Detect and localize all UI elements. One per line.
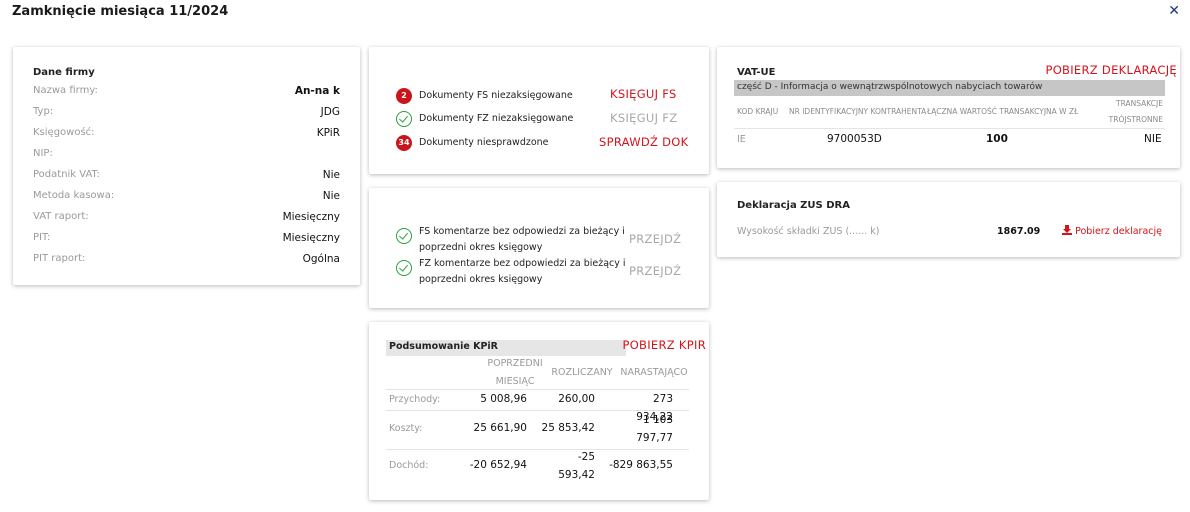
download-declaration-button[interactable]: POBIERZ DEKLARACJĘ: [1045, 63, 1177, 77]
company-row-label: Typ:: [33, 106, 54, 117]
download-zus-declaration-label: Pobierz deklarację: [1075, 226, 1162, 237]
company-row-accounting: Księgowość: KPiR: [33, 127, 340, 141]
download-kpir-button[interactable]: POBIERZ KPIR: [622, 338, 706, 352]
kpir-cell: -25 593,42: [558, 451, 595, 481]
documents-row-text: Dokumenty FZ niezaksięgowane: [419, 113, 574, 124]
documents-row-text: Dokumenty niesprawdzone: [419, 137, 549, 148]
check-circle-icon: [396, 111, 412, 127]
company-row-label: PIT raport:: [33, 253, 86, 264]
kpir-cell: -829 863,55: [609, 459, 673, 471]
company-row-pit: PIT: Miesięczny: [33, 232, 340, 246]
kpir-title: Podsumowanie KPiR: [389, 341, 498, 352]
vat-ue-subtitle: część D - Informacja o wewnątrzwspólnoto…: [737, 82, 1043, 92]
vat-cell-triangular: NIE: [1144, 133, 1162, 145]
kpir-cell: 25 853,42: [541, 422, 595, 434]
kpir-col-cumulative: NARASTAJĄCO: [620, 367, 688, 378]
kpir-cell: 260,00: [558, 393, 595, 405]
modal-title: Zamknięcie miesiąca 11/2024: [12, 4, 229, 19]
count-badge: 2: [396, 88, 412, 104]
go-fs-comments-button[interactable]: PRZEJDŹ: [629, 232, 681, 246]
vat-divider: [734, 128, 1165, 129]
kpir-divider: [386, 449, 689, 450]
kpir-summary-card: Podsumowanie KPiR POBIERZ KPIR POPRZEDNI…: [369, 322, 709, 500]
company-row-vat-payer: Podatnik VAT: Nie: [33, 169, 340, 183]
kpir-cell: -20 652,94: [469, 459, 527, 471]
close-icon[interactable]: ✕: [1168, 3, 1180, 19]
company-row-label: VAT raport:: [33, 211, 89, 222]
company-row-label: PIT:: [33, 232, 51, 243]
zus-contribution-value: 1867.09: [997, 226, 1041, 237]
kpir-row-label: Koszty:: [389, 423, 423, 434]
company-row-value: JDG: [320, 106, 340, 118]
documents-card: 2 Dokumenty FS niezaksięgowane KSIĘGUJ F…: [369, 47, 709, 174]
company-row-label: Księgowość:: [33, 127, 95, 138]
comments-row-text: FZ komentarze bez odpowiedzi za bieżący …: [419, 258, 626, 285]
vat-ue-title: VAT-UE: [737, 67, 776, 78]
company-row-name: Nazwa firmy: An-na k: [33, 85, 340, 99]
company-row-cash-method: Metoda kasowa: Nie: [33, 190, 340, 204]
vat-col-country: KOD KRAJU: [737, 107, 779, 116]
kpir-cell: 5 008,96: [480, 393, 527, 405]
company-data-card: Dane firmy Nazwa firmy: An-na k Typ: JDG…: [13, 47, 360, 285]
company-row-pit-report: PIT raport: Ogólna: [33, 253, 340, 267]
kpir-cell: 25 661,90: [473, 422, 527, 434]
comments-card: FS komentarze bez odpowiedzi za bieżący …: [369, 188, 709, 308]
kpir-cell: 1 103 797,77: [636, 414, 673, 444]
company-row-label: NIP:: [33, 148, 53, 159]
company-row-label: Metoda kasowa:: [33, 190, 115, 201]
kpir-row-label: Dochód:: [389, 460, 429, 471]
company-row-value: Nie: [322, 190, 340, 202]
vat-cell-total-value: 100: [986, 133, 1008, 145]
company-row-label: Nazwa firmy:: [33, 85, 98, 96]
post-fz-button[interactable]: KSIĘGUJ FZ: [610, 111, 677, 125]
vat-col-contractor-id: NR IDENTYFIKACYJNY KONTRAHENTA: [789, 107, 927, 116]
zus-dra-card: Deklaracja ZUS DRA Wysokość składki ZUS …: [717, 182, 1180, 257]
go-fz-comments-button[interactable]: PRZEJDŹ: [629, 264, 681, 278]
zus-dra-title: Deklaracja ZUS DRA: [737, 200, 850, 211]
check-circle-icon: [396, 260, 412, 276]
company-row-vat-report: VAT raport: Miesięczny: [33, 211, 340, 225]
zus-contribution-label: Wysokość składki ZUS (...... k): [737, 226, 880, 237]
check-circle-icon: [396, 228, 412, 244]
company-row-value: Ogólna: [302, 253, 340, 265]
count-badge: 34: [396, 135, 412, 151]
company-data-heading: Dane firmy: [33, 67, 95, 78]
company-row-value: Miesięczny: [282, 232, 340, 244]
company-row-label: Podatnik VAT:: [33, 169, 100, 180]
company-row-value: Miesięczny: [282, 211, 340, 223]
download-zus-declaration-link[interactable]: Pobierz deklarację: [1062, 225, 1162, 237]
check-documents-button[interactable]: SPRAWDŹ DOK: [599, 135, 689, 149]
documents-row-text: Dokumenty FS niezaksięgowane: [419, 90, 573, 101]
download-icon: [1062, 225, 1073, 235]
comments-row-text: FS komentarze bez odpowiedzi za bieżący …: [419, 226, 625, 253]
company-row-value: An-na k: [294, 85, 340, 97]
vat-col-triangular: TRANSAKCJE TRÓJSTRONNE: [1108, 99, 1163, 124]
kpir-col-current: ROZLICZANY: [551, 367, 613, 378]
company-row-nip: NIP:: [33, 148, 340, 162]
kpir-col-previous: POPRZEDNI MIESIĄC: [487, 358, 543, 387]
vat-cell-contractor-id: 9700053D: [827, 133, 882, 145]
company-row-value: Nie: [322, 169, 340, 181]
kpir-row-label: Przychody:: [389, 394, 441, 405]
vat-col-total-value: ŁĄCZNA WARTOŚĆ TRANSAKCYJNA W ZŁ: [927, 107, 1079, 116]
vat-ue-card: VAT-UE POBIERZ DEKLARACJĘ część D - Info…: [717, 47, 1180, 168]
company-row-value: KPiR: [316, 127, 340, 139]
vat-cell-country: IE: [737, 134, 746, 145]
post-fs-button[interactable]: KSIĘGUJ FS: [610, 87, 677, 101]
company-row-type: Typ: JDG: [33, 106, 340, 120]
